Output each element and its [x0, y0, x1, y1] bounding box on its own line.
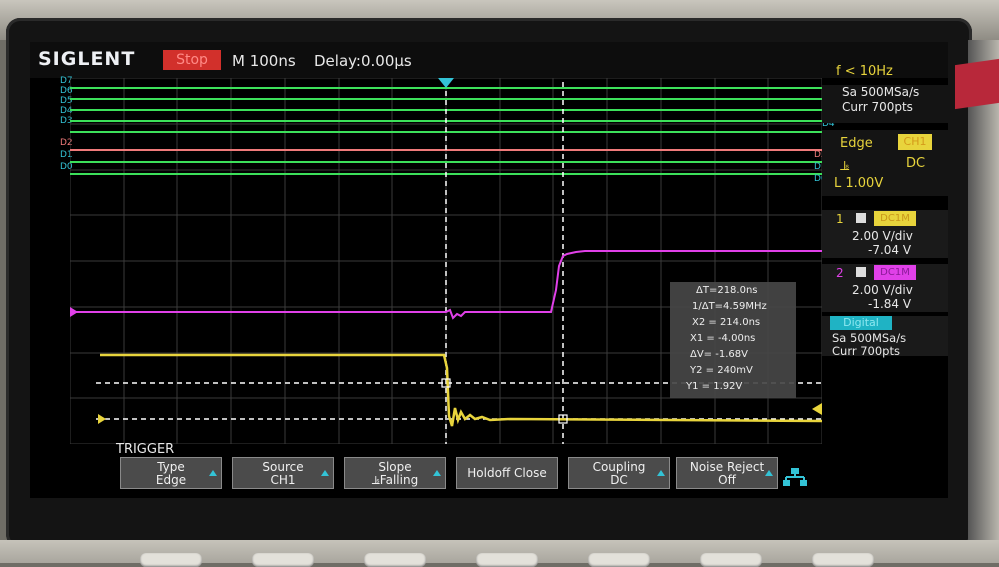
- cursor-y1-value: Y1 = 1.92V: [686, 381, 743, 392]
- delay-readout[interactable]: Delay:0.00µs: [314, 52, 412, 70]
- trigger-level-marker[interactable]: [812, 403, 822, 415]
- channel1-number: 1: [836, 212, 844, 226]
- channel1-offset: -7.04 V: [868, 243, 912, 257]
- cursor-y2-value: Y2 = 240mV: [690, 365, 753, 376]
- softkey-2-hw[interactable]: [252, 553, 314, 567]
- noise-reject-button-value: Off: [718, 473, 736, 487]
- run-stop-indicator[interactable]: Stop: [163, 50, 221, 70]
- trigger-frequency: f < 10Hz: [836, 64, 893, 79]
- coupling-button-value: DC: [610, 473, 628, 487]
- slope-button[interactable]: Slope ⫡Falling: [344, 457, 446, 489]
- channel2-scale: 2.00 V/div: [852, 283, 913, 297]
- trigger-info-panel[interactable]: Edge CH1 ⫡ DC L 1.00V: [822, 130, 948, 196]
- memory-depth: Curr 700pts: [842, 100, 913, 114]
- holdoff-button-label: Holdoff Close: [467, 466, 547, 480]
- cursor-intersections: [441, 378, 568, 424]
- acquisition-panel[interactable]: Sa 500MSa/s Curr 700pts: [822, 85, 948, 123]
- trigger-position-marker[interactable]: [438, 78, 454, 88]
- up-arrow-icon: [321, 470, 329, 476]
- cable-tag: [955, 58, 999, 110]
- falling-edge-icon: ⫡: [840, 158, 850, 174]
- type-button-value: Edge: [155, 473, 187, 487]
- source-button-value: CH1: [270, 473, 296, 487]
- softkey-6-hw[interactable]: [700, 553, 762, 567]
- softkey-1-hw[interactable]: [140, 553, 202, 567]
- cursor-measurement-box: ΔT=218.0ns 1/ΔT=4.59MHz X2 = 214.0ns X1 …: [670, 282, 796, 398]
- channel2-number: 2: [836, 266, 844, 280]
- cursor-x1-value: X1 = -4.00ns: [690, 333, 756, 344]
- softkey-3-hw[interactable]: [364, 553, 426, 567]
- channel1-coupling: DC1M: [874, 211, 916, 226]
- trigger-type: Edge: [840, 136, 873, 151]
- status-bar: SIGLENT Stop M 100ns Delay:0.00µs f < 10…: [30, 42, 948, 79]
- channel2-panel[interactable]: 2 DC1M 2.00 V/div -1.84 V: [822, 264, 948, 312]
- up-arrow-icon: [657, 470, 665, 476]
- network-icon: [783, 468, 807, 486]
- digital-memory: Curr 700pts: [832, 344, 900, 358]
- up-arrow-icon: [433, 470, 441, 476]
- timebase-readout[interactable]: M 100ns: [232, 52, 296, 70]
- coupling-button[interactable]: Coupling DC: [568, 457, 670, 489]
- ch1-offset-marker[interactable]: [98, 414, 106, 424]
- softkey-4-hw[interactable]: [476, 553, 538, 567]
- cursor-x2-value: X2 = 214.0ns: [692, 317, 761, 328]
- channel2-invert-box[interactable]: [856, 267, 866, 277]
- channel2-coupling: DC1M: [874, 265, 916, 280]
- ch2-offset-marker[interactable]: [70, 307, 78, 317]
- device-side: [968, 40, 999, 540]
- source-button[interactable]: Source CH1: [232, 457, 334, 489]
- delta-t: ΔT=218.0ns: [696, 285, 758, 296]
- delta-v: ΔV= -1.68V: [690, 349, 748, 360]
- slope-button-value: ⫡Falling: [371, 473, 419, 487]
- softkey-7-hw[interactable]: [812, 553, 874, 567]
- holdoff-button[interactable]: Holdoff Close: [456, 457, 558, 489]
- noise-reject-button[interactable]: Noise Reject Off: [676, 457, 778, 489]
- digital-panel[interactable]: Digital Sa 500MSa/s Curr 700pts: [822, 316, 948, 358]
- trigger-coupling: DC: [906, 156, 926, 171]
- type-button[interactable]: Type Edge: [120, 457, 222, 489]
- up-arrow-icon: [209, 470, 217, 476]
- channel1-invert-box[interactable]: [856, 213, 866, 223]
- digital-badge: Digital: [830, 316, 892, 330]
- menu-title: TRIGGER: [116, 442, 175, 457]
- up-arrow-icon: [765, 470, 773, 476]
- channel1-panel[interactable]: 1 DC1M 2.00 V/div -7.04 V: [822, 210, 948, 258]
- inverse-delta-t: 1/ΔT=4.59MHz: [692, 301, 767, 312]
- trigger-level: L 1.00V: [834, 176, 884, 191]
- sample-rate: Sa 500MSa/s: [842, 85, 920, 99]
- channel2-offset: -1.84 V: [868, 297, 912, 311]
- brand-logo: SIGLENT: [38, 48, 136, 70]
- softkey-5-hw[interactable]: [588, 553, 650, 567]
- channel1-scale: 2.00 V/div: [852, 229, 913, 243]
- trigger-source-badge: CH1: [898, 134, 932, 150]
- oscilloscope-screen: SIGLENT Stop M 100ns Delay:0.00µs f < 10…: [30, 42, 948, 498]
